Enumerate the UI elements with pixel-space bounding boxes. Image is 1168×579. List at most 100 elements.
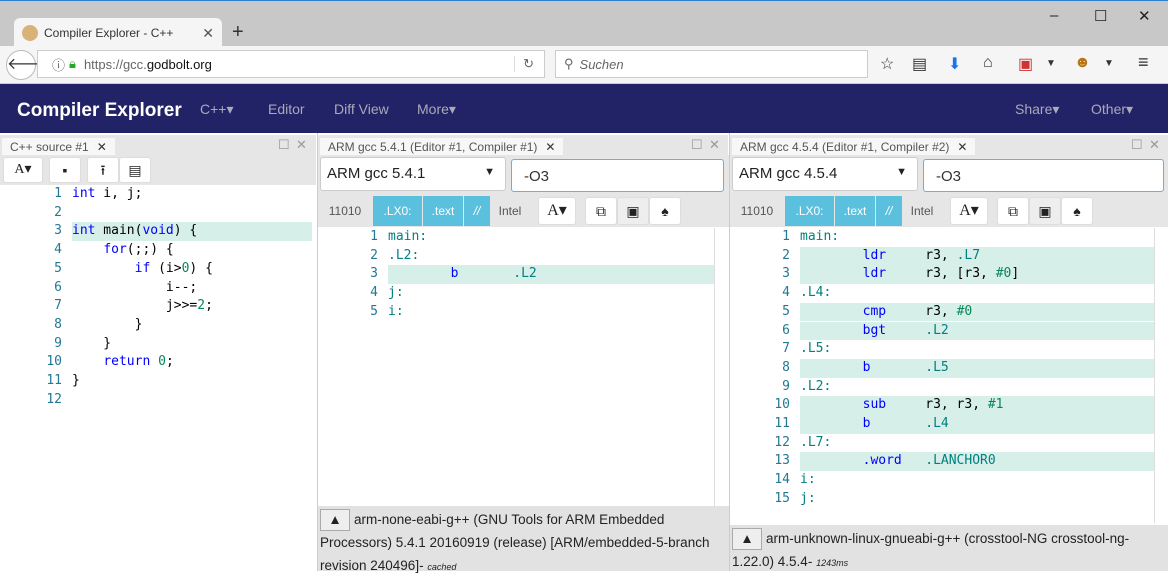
close-icon[interactable]: ✕ <box>545 140 555 154</box>
maximize-icon[interactable]: ☐ <box>1131 137 1143 153</box>
filter-comments-button[interactable]: // <box>876 196 902 226</box>
code-token: .word <box>862 453 902 469</box>
line-number: 1 <box>782 229 790 244</box>
filter-binary-button[interactable]: 11010 <box>730 196 784 226</box>
compiler-select[interactable]: ARM gcc 5.4.1 ▼ <box>320 157 506 191</box>
reload-icon[interactable]: ↻ <box>514 56 534 72</box>
compiler-select[interactable]: ARM gcc 4.5.4 ▼ <box>732 157 918 191</box>
url-bar[interactable]: ⓘ 🔒︎ https://gcc. godbolt.org ↻ <box>37 50 545 78</box>
assembly-output[interactable]: 1 main: 2 .L2: 3 b .L2 4 j: 5 i: <box>318 228 715 508</box>
code-token: i--; <box>72 279 198 295</box>
maximize-button[interactable]: ☐ <box>1094 7 1107 25</box>
compiler-options-input[interactable]: -O3 <box>511 159 724 192</box>
list-icon[interactable]: ▤ <box>119 157 151 183</box>
menu-share[interactable]: Share▾ <box>1015 101 1059 118</box>
code-line: 5 i: <box>318 303 714 322</box>
back-button[interactable]: 🡐 <box>6 50 50 80</box>
compiler-tab[interactable]: ARM gcc 4.5.4 (Editor #1, Compiler #2) ✕ <box>732 138 976 155</box>
code-token: int <box>72 223 96 239</box>
line-number: 4 <box>782 285 790 301</box>
code-line: 9 } <box>0 335 312 354</box>
filter-intel-button[interactable]: Intel <box>490 196 530 226</box>
ast-tree-icon[interactable]: ♠ <box>1061 197 1093 225</box>
filter-directives-button[interactable]: .text <box>835 196 875 226</box>
close-icon[interactable]: ✕ <box>97 140 107 154</box>
code-line: 1 main: <box>730 228 1154 247</box>
filter-intel-button[interactable]: Intel <box>902 196 942 226</box>
menu-other[interactable]: Other▾ <box>1091 101 1133 118</box>
line-text: .word .LANCHOR0 <box>800 452 1154 472</box>
code-line: 12 .L7: <box>730 434 1154 453</box>
close-icon[interactable]: ✕ <box>709 137 720 153</box>
code-line: 2 <box>0 204 312 223</box>
browser-tab[interactable]: Compiler Explorer - C++ ✕ <box>14 18 222 48</box>
new-tab-button[interactable]: + <box>232 21 244 44</box>
assembly-output[interactable]: 1 main: 2 ldr r3, .L7 3 ldr r3, [r3, #0] 4 .L… <box>730 228 1155 523</box>
filter-directives-button[interactable]: .text <box>423 196 463 226</box>
maximize-icon[interactable]: ☐ <box>691 137 703 153</box>
filter-comments-button[interactable]: // <box>464 196 490 226</box>
code-token: .L2 <box>925 322 949 338</box>
home-icon[interactable]: ⌂ <box>983 54 993 72</box>
filter-labels-button[interactable]: .LX0: <box>373 196 422 226</box>
font-size-button[interactable]: A▾ <box>950 197 988 225</box>
code-token: #0 <box>956 303 973 319</box>
code-token: #1 <box>987 397 1004 413</box>
bookmark-star-icon[interactable]: ☆ <box>880 54 894 74</box>
font-size-button[interactable]: A▾ <box>538 197 576 225</box>
ast-tree-icon[interactable]: ♠ <box>649 197 681 225</box>
source-editor[interactable]: 1 int i, j; 2 3 int main(void) {4 for(;;) {5… <box>0 185 312 565</box>
font-size-button[interactable]: A▾ <box>3 157 43 183</box>
menu-more[interactable]: More▾ <box>417 101 456 118</box>
line-text: b .L5 <box>800 358 1154 378</box>
menu-language[interactable]: C++▾ <box>200 101 234 118</box>
line-number: 3 <box>782 266 790 282</box>
download-icon[interactable]: ⬇ <box>948 54 961 74</box>
app-navbar: Compiler Explorer C++▾ Editor Diff View … <box>0 84 1168 133</box>
compiler-options-input[interactable]: -O3 <box>923 159 1164 192</box>
code-token: for <box>103 242 127 258</box>
filter-binary-button[interactable]: 11010 <box>318 196 372 226</box>
source-tab[interactable]: C++ source #1 ✕ <box>2 138 115 155</box>
search-input[interactable]: ⚲ Suchen <box>555 50 868 78</box>
pdf-extension-icon[interactable]: ▣ <box>1018 54 1033 74</box>
info-icon[interactable]: ⓘ <box>52 55 65 74</box>
compiler-tab[interactable]: ARM gcc 5.4.1 (Editor #1, Compiler #1) ✕ <box>320 138 564 155</box>
minimize-button[interactable]: – <box>1050 7 1058 24</box>
warning-icon[interactable]: ▲ <box>732 528 762 551</box>
upload-icon[interactable]: ⭱ <box>87 157 119 183</box>
warning-icon[interactable]: ▲ <box>320 509 350 532</box>
close-icon[interactable]: ✕ <box>957 140 967 154</box>
menu-editor[interactable]: Editor <box>268 101 305 117</box>
browser-navbar: 🡐 ⓘ 🔒︎ https://gcc. godbolt.org ↻ ⚲ Suchen ☆ … <box>0 46 1168 84</box>
output-panel-icon[interactable]: ▣ <box>1029 197 1061 225</box>
menu-diff-view[interactable]: Diff View <box>334 101 389 117</box>
hamburger-menu-icon[interactable]: ≡ <box>1138 52 1149 73</box>
save-icon[interactable]: ▪ <box>49 157 81 183</box>
extension-monkey-icon[interactable]: ☻ <box>1074 54 1091 72</box>
output-panel-icon[interactable]: ▣ <box>617 197 649 225</box>
open-external-icon[interactable]: ⧉ <box>585 197 617 225</box>
maximize-icon[interactable]: ☐ <box>278 137 290 153</box>
filter-labels-button[interactable]: .LX0: <box>785 196 834 226</box>
close-tab-icon[interactable]: ✕ <box>202 25 214 42</box>
code-token: .L2 <box>513 266 537 282</box>
chevron-down-icon[interactable]: ▼ <box>1104 58 1114 69</box>
close-icon[interactable]: ✕ <box>1149 137 1160 153</box>
code-token: r3, <box>886 303 957 319</box>
code-token: #0 <box>995 266 1012 282</box>
line-text: } <box>72 316 312 335</box>
close-icon[interactable]: ✕ <box>296 137 307 153</box>
reading-list-icon[interactable]: ▤ <box>912 54 927 74</box>
line-number: 3 <box>54 223 62 239</box>
close-window-button[interactable]: ✕ <box>1138 7 1151 25</box>
code-token: .L2: <box>388 247 420 263</box>
open-external-icon[interactable]: ⧉ <box>997 197 1029 225</box>
code-token: r3, r3, <box>886 397 988 413</box>
brand-logo[interactable]: Compiler Explorer <box>17 100 182 122</box>
chevron-down-icon[interactable]: ▼ <box>1046 58 1056 69</box>
